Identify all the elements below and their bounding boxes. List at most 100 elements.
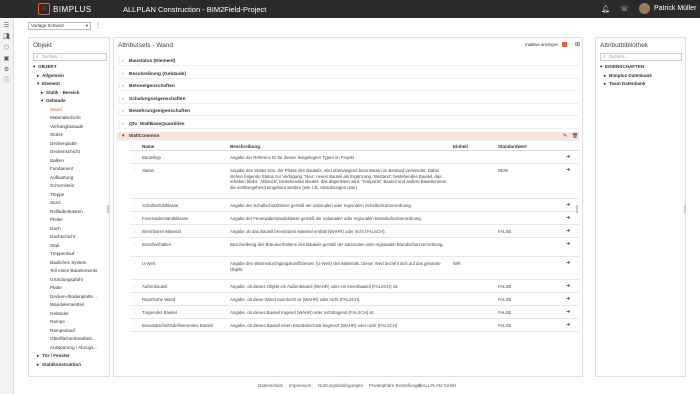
arrow-right-icon[interactable]: ➜ [566, 215, 570, 222]
drag-handle-icon[interactable]: ⋮ [132, 323, 136, 329]
support-icon[interactable]: ☏ [620, 5, 629, 13]
tree-item[interactable]: Platte [33, 284, 103, 293]
arrow-right-icon[interactable]: ➜ [566, 309, 570, 316]
tree-item[interactable]: Bauliches System [33, 259, 103, 268]
gear-icon[interactable]: ⚙ [0, 65, 13, 76]
table-row[interactable]: ⋮ Brennbares Material Angabe ob das Bautei… [130, 226, 579, 238]
tree-item[interactable]: ▸ Team Datenbank [600, 80, 680, 89]
arrow-right-icon[interactable]: ➜ [566, 322, 570, 329]
tree-item[interactable]: Pfeiler [33, 216, 103, 225]
add-icon[interactable]: ⊞ [575, 41, 580, 48]
footer-privacy[interactable]: Privatsphäre Einstellungen [369, 383, 423, 388]
arrow-right-icon[interactable]: ➜ [566, 296, 570, 303]
tree-item[interactable]: ▸ Allgemein [33, 72, 103, 81]
chevron-right-icon[interactable]: › [122, 120, 124, 129]
tree-item[interactable]: Dach [33, 225, 103, 234]
table-row[interactable]: ⋮ U-Wert Angabe des Wärmedurchgangskoeffiz… [130, 258, 579, 280]
footer-impressum[interactable]: Impressum [289, 383, 311, 388]
table-row[interactable]: ⋮ Schallschutzklasse Angabe der Schallschu… [130, 200, 579, 212]
template-select[interactable]: Vorlage Schweiz ▾ [28, 22, 91, 30]
menu-icon[interactable]: ☰ [0, 21, 13, 32]
tree-item[interactable]: Deckenschicht [33, 148, 103, 157]
table-row[interactable]: ⋮ Bauteiltyp Angabe der Referenz ID für di… [130, 152, 579, 164]
tree-item[interactable]: ▸ Stahlkonstruktion [33, 361, 103, 370]
library-search-input[interactable]: ⌕ Suchen... [600, 53, 682, 61]
attributeset-group[interactable]: ⋮ › Betoneigenschaften [117, 82, 579, 91]
tree-item[interactable]: Rampe [33, 318, 103, 327]
arrow-right-icon[interactable]: ➜ [566, 202, 570, 209]
tree-item[interactable]: ▸ Bimplus Datenbank [600, 72, 680, 81]
tree-item[interactable]: ▸ Statik - Bereich [33, 89, 103, 98]
drag-handle-icon[interactable]: ⋮ [132, 203, 136, 209]
object-scrollbar[interactable] [107, 205, 109, 213]
user-name[interactable]: Patrick Müller [654, 5, 696, 12]
tree-item[interactable]: ▸ Tür / Fenster [33, 352, 103, 361]
info-icon[interactable]: ⓘ [0, 76, 13, 87]
table-row[interactable]: ⋮ Außenbauteil Angabe, ob dieses Objekt ei… [130, 281, 579, 293]
chevron-right-icon[interactable]: › [122, 107, 124, 116]
drag-handle-icon[interactable]: ⋮ [132, 155, 136, 161]
tree-item[interactable]: Treppenlauf [33, 250, 103, 259]
arrow-right-icon[interactable]: ➜ [566, 154, 570, 161]
tree-item[interactable]: Wandelementteil [33, 301, 103, 310]
arrow-right-icon[interactable]: ➜ [566, 283, 570, 290]
table-row[interactable]: ⋮ Raumhohe Wand Angabe, ob diese Wand raum… [130, 294, 579, 306]
tree-item[interactable]: Stab [33, 242, 103, 251]
drag-handle-icon[interactable]: ⋮ [132, 261, 136, 267]
table-row[interactable]: ⋮ Status Angabe des Status bzw. der Phase … [130, 165, 579, 199]
tree-item[interactable]: Schornstein [33, 182, 103, 191]
drag-handle-icon[interactable]: ⋮ [132, 284, 136, 290]
cube-icon[interactable]: ⬡ [0, 43, 13, 54]
attributeset-group[interactable]: ⋮ ▾ WallCommon ✎ 🗑︎ [117, 132, 579, 141]
tree-item[interactable]: Materialschicht [33, 114, 103, 123]
drag-handle-icon[interactable]: ⋮ [132, 168, 136, 174]
tree-item[interactable]: Aussparung / Abzugs... [33, 344, 103, 353]
tree-item[interactable]: Gründungspfahl [33, 276, 103, 285]
tree-item[interactable]: ▾ EIGENSCHAFTEN [600, 63, 680, 72]
tree-item[interactable]: Dachschicht [33, 233, 103, 242]
arrow-right-icon[interactable]: ➜ [566, 167, 570, 174]
drag-handle-icon[interactable]: ⋮ [132, 310, 136, 316]
users-icon[interactable]: 👥︎ [0, 32, 13, 43]
tree-item[interactable]: Oberflächenbearbeit... [33, 335, 103, 344]
drag-handle-icon[interactable]: ⋮ [132, 229, 136, 235]
chevron-right-icon[interactable]: › [122, 70, 124, 79]
table-row[interactable]: ⋮ Brandverhalten Beschreibung des Brandver… [130, 239, 579, 257]
attributeset-group[interactable]: ⋮ › Schalungseigenschaften [117, 95, 579, 104]
drag-handle-icon[interactable]: ⋮ [132, 297, 136, 303]
arrow-right-icon[interactable]: ➜ [566, 260, 570, 267]
drag-handle-icon[interactable]: ⋮ [132, 242, 136, 248]
tree-item[interactable]: Decken-/Bodenplatte ... [33, 293, 103, 302]
tree-item[interactable]: Deckenplatte [33, 140, 103, 149]
tree-item[interactable]: Vorhangfassade [33, 123, 103, 132]
chevron-down-icon[interactable]: ▾ [122, 132, 124, 141]
edit-icon[interactable]: ✎ [563, 132, 567, 141]
tree-item[interactable]: Sturz [33, 199, 103, 208]
object-search-input[interactable]: ⌕ Suchen... [33, 53, 107, 61]
tree-item[interactable]: Stütze [33, 131, 103, 140]
tree-item[interactable]: Balken [33, 157, 103, 166]
chevron-right-icon[interactable]: › [122, 95, 124, 104]
tree-item[interactable]: ▾ Element [33, 80, 103, 89]
trash-icon[interactable]: 🗑︎ [572, 132, 578, 141]
book-icon[interactable]: ▣ [0, 54, 13, 65]
tree-item[interactable]: Rollladenkasten [33, 208, 103, 217]
avatar[interactable] [639, 3, 650, 14]
tree-item[interactable]: Aufkantung [33, 174, 103, 183]
tree-item[interactable]: Teil eines Bauelements [33, 267, 103, 276]
arrow-right-icon[interactable]: ➜ [566, 241, 570, 248]
tree-item[interactable]: Geländer [33, 310, 103, 319]
tree-item[interactable]: ▾ OBJEKT [33, 63, 103, 72]
tree-item[interactable]: Treppe [33, 191, 103, 200]
table-row[interactable]: ⋮ Tragendes Bauteil Angabe, ob dieses Baut… [130, 307, 579, 319]
chevron-right-icon[interactable]: › [122, 57, 124, 66]
table-row[interactable]: ⋮ Brandabschnittsdefinierendes Bauteil Ang… [130, 320, 579, 332]
table-row[interactable]: ⋮ Feuerwiderstandsklasse Angabe der Feuerw… [130, 213, 579, 225]
library-scrollbar[interactable] [684, 205, 686, 213]
inactive-checkbox[interactable] [562, 42, 567, 47]
footer-datenschutz[interactable]: Datenschutz [258, 383, 283, 388]
chevron-right-icon[interactable]: › [122, 82, 124, 91]
attributeset-group[interactable]: ⋮ › Bewehrungseigenschaften [117, 107, 579, 116]
tree-item[interactable]: Fundament [33, 165, 103, 174]
footer-nutzung[interactable]: Nutzungsbedingungen [318, 383, 363, 388]
